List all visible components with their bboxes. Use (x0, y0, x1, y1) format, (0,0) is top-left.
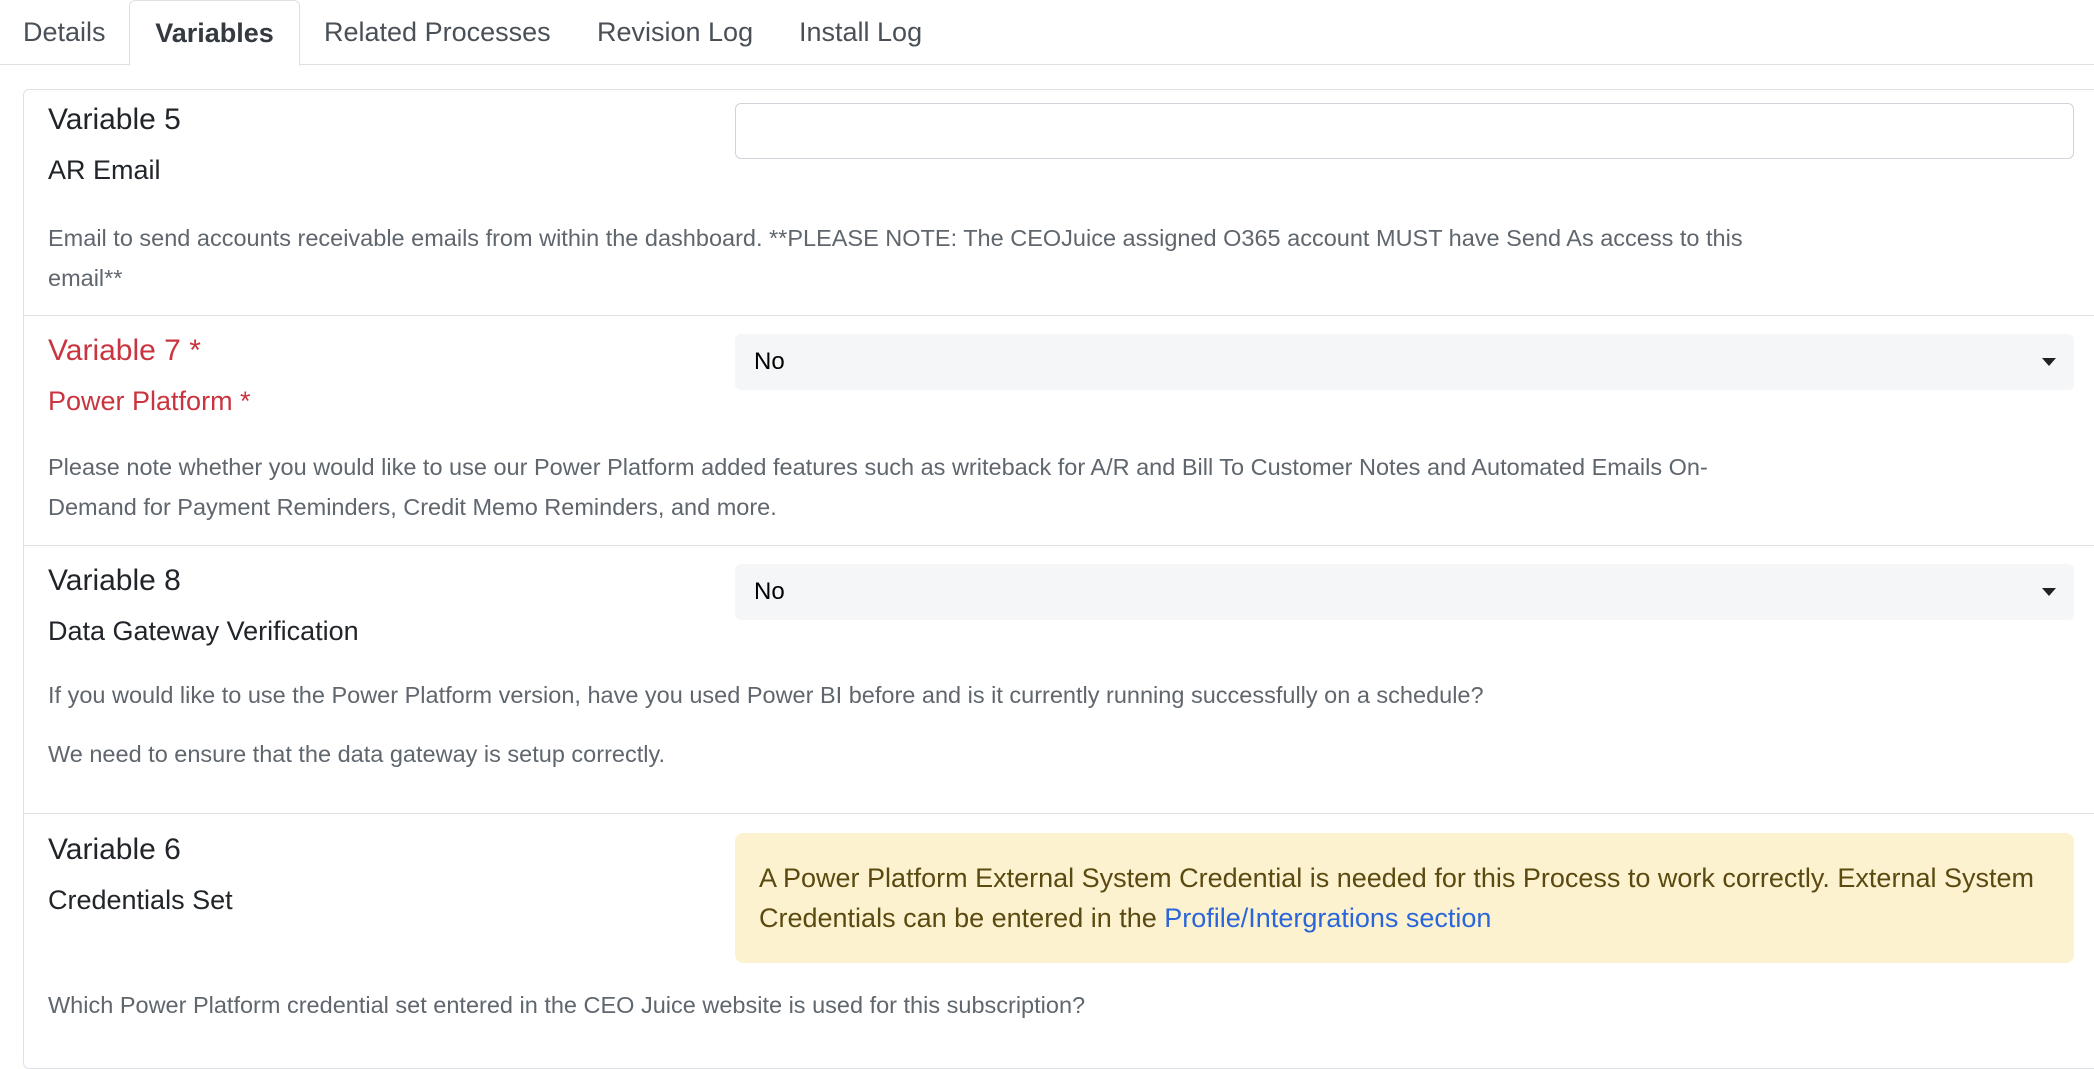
tab-install-log[interactable]: Install Log (799, 0, 922, 66)
tab-details[interactable]: Details (23, 0, 106, 66)
row-divider (23, 813, 2094, 814)
variable-7-row: Variable 7 * Power Platform * No Please … (23, 315, 2094, 545)
variable-8-description-1: If you would like to use the Power Platf… (48, 682, 1484, 708)
variable-8-row: Variable 8 Data Gateway Verification No … (23, 545, 2094, 813)
tab-variables[interactable]: Variables (129, 0, 300, 66)
variable-8-title: Variable 8 (48, 564, 181, 597)
power-platform-select[interactable]: No (735, 334, 2074, 390)
row-divider (23, 315, 2094, 316)
variable-8-label: Data Gateway Verification (48, 616, 359, 646)
variable-6-description: Which Power Platform credential set ente… (48, 992, 1086, 1018)
variable-6-label: Credentials Set (48, 885, 233, 915)
tab-revision-log[interactable]: Revision Log (597, 0, 753, 66)
variable-7-title: Variable 7 * (48, 334, 201, 367)
variable-8-description-2: We need to ensure that the data gateway … (48, 741, 666, 767)
variable-5-description: Email to send accounts receivable emails… (48, 225, 1743, 291)
variable-6-row: Variable 6 Credentials Set A Power Platf… (23, 813, 2094, 1050)
variable-5-title: Variable 5 (48, 103, 181, 136)
variable-6-title: Variable 6 (48, 833, 181, 866)
tab-related-processes[interactable]: Related Processes (324, 0, 551, 66)
variable-5-label: AR Email (48, 155, 161, 185)
ar-email-input[interactable] (735, 103, 2074, 159)
data-gateway-select-value: No (754, 578, 785, 605)
row-divider (23, 545, 2094, 546)
variable-5-row: Variable 5 AR Email Email to send accoun… (23, 89, 2094, 315)
power-platform-select-value: No (754, 348, 785, 375)
chevron-down-icon (2042, 358, 2056, 366)
variable-7-label: Power Platform * (48, 386, 251, 416)
variable-7-description: Please note whether you would like to us… (48, 454, 1708, 520)
data-gateway-select[interactable]: No (735, 564, 2074, 620)
profile-integrations-link[interactable]: Profile/Intergrations section (1164, 903, 1491, 933)
credential-warning-alert: A Power Platform External System Credent… (735, 833, 2074, 963)
tab-bar: Details Variables Related Processes Revi… (0, 0, 2094, 66)
chevron-down-icon (2042, 588, 2056, 596)
